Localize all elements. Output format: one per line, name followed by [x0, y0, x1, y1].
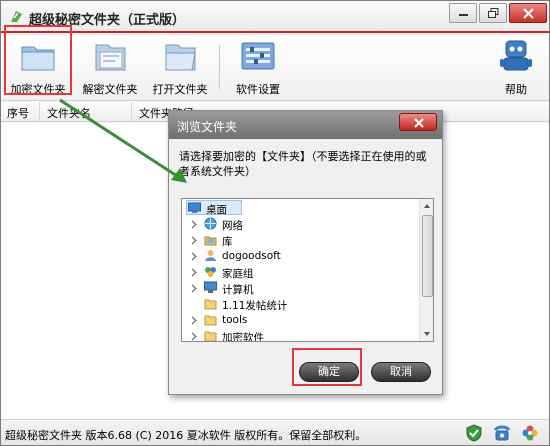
- minimize-button[interactable]: [449, 3, 477, 23]
- tree-item[interactable]: 库: [182, 233, 418, 248]
- tree-item-label: 库: [222, 236, 233, 248]
- tree-item-label: 1.11发帖统计: [222, 300, 288, 312]
- tree-item[interactable]: 1.11发帖统计: [182, 297, 418, 312]
- restore-button[interactable]: [479, 3, 507, 23]
- toolbar-divider: [219, 45, 220, 89]
- expand-arrow-icon[interactable]: [190, 284, 198, 293]
- tree-item[interactable]: dogoodsoft: [182, 249, 418, 264]
- folder-tree[interactable]: 桌面网络库 dogoodsoft 家庭组计算机 1.11发帖统计 tools 加密软件: [181, 198, 434, 342]
- tree-item-label: 桌面: [206, 204, 227, 216]
- dialog-prompt: 请选择要加密的【文件夹】（不要选择正在使用的或者系统文件夹）: [179, 150, 427, 178]
- minimize-icon: [459, 14, 468, 16]
- expand-arrow-icon[interactable]: [190, 252, 198, 261]
- dialog-title: 浏览文件夹: [177, 120, 238, 134]
- user-icon: [205, 250, 216, 261]
- toolbar: 加密文件夹 解密文件夹 打开文件夹 软件设置 帮助: [1, 35, 549, 101]
- ok-button-highlight: [292, 348, 362, 386]
- folder-icon: [204, 299, 217, 310]
- scrollbar-thumb[interactable]: [422, 215, 433, 297]
- column-divider[interactable]: [39, 102, 40, 122]
- help-button[interactable]: 帮助: [491, 35, 541, 99]
- column-divider[interactable]: [131, 102, 132, 122]
- app-logo-icon: [11, 11, 22, 22]
- expand-arrow-icon[interactable]: [190, 332, 198, 341]
- column-header[interactable]: 序号: [7, 105, 29, 121]
- shield-check-icon[interactable]: [465, 424, 483, 442]
- expand-arrow-icon[interactable]: [190, 220, 198, 229]
- close-icon: [414, 118, 424, 128]
- tree-item[interactable]: tools: [182, 313, 418, 328]
- tree-scrollbar[interactable]: [419, 199, 434, 341]
- status-text: 超级秘密文件夹 版本6.68 (C) 2016 夏冰软件 版权所有。保留全部权利…: [5, 429, 367, 442]
- tree-item[interactable]: 家庭组: [182, 265, 418, 280]
- flower-logo-icon[interactable]: [521, 424, 539, 442]
- help-robot-icon: [500, 40, 532, 71]
- library-icon: [204, 236, 217, 246]
- network-icon: [204, 217, 217, 230]
- dialog-close-button[interactable]: [399, 113, 437, 131]
- tree-item-label: tools: [222, 314, 248, 326]
- expand-arrow-icon[interactable]: [190, 316, 198, 325]
- tree-item[interactable]: 加密软件: [182, 329, 418, 342]
- tree-item-label: 家庭组: [222, 268, 254, 280]
- open-folder-icon: [165, 44, 196, 71]
- settings-icon: [241, 42, 275, 70]
- settings-label: 软件设置: [236, 83, 280, 96]
- tree-item[interactable]: 网络: [182, 217, 418, 232]
- scroll-up-icon[interactable]: [420, 199, 434, 213]
- folder-icon: [204, 315, 217, 326]
- tree-item-label: 计算机: [222, 284, 254, 296]
- expand-arrow-icon[interactable]: [190, 268, 198, 277]
- tree-item-label: 加密软件: [222, 332, 264, 342]
- tree-item-label: 网络: [222, 220, 243, 232]
- folder-icon: [204, 331, 217, 341]
- tree-item-label: dogoodsoft: [222, 250, 281, 262]
- scroll-down-icon[interactable]: [420, 327, 434, 341]
- settings-button[interactable]: 软件设置: [229, 35, 287, 99]
- status-bar: 超级秘密文件夹 版本6.68 (C) 2016 夏冰软件 版权所有。保留全部权利…: [1, 419, 549, 445]
- title-bar: 超级秘密文件夹（正式版）: [1, 1, 549, 33]
- column-header[interactable]: 文件夹名: [47, 105, 91, 121]
- add-folder-highlight: [4, 25, 72, 95]
- computer-icon: [204, 281, 217, 293]
- help-label: 帮助: [505, 83, 527, 96]
- open-folder-button[interactable]: 打开文件夹: [149, 35, 211, 99]
- close-icon: [523, 8, 534, 19]
- desktop-icon: [188, 202, 201, 213]
- decrypt-folder-button[interactable]: 解密文件夹: [79, 35, 141, 99]
- decrypt-folder-icon: [95, 44, 126, 71]
- tree-item[interactable]: 桌面: [182, 200, 418, 216]
- expand-arrow-icon[interactable]: [190, 236, 198, 245]
- decrypt-folder-label: 解密文件夹: [82, 83, 138, 96]
- phone-icon[interactable]: [493, 424, 511, 442]
- cancel-button[interactable]: 取消: [371, 362, 431, 382]
- tree-item[interactable]: 计算机: [182, 281, 418, 296]
- restore-icon: [488, 8, 499, 18]
- close-button[interactable]: [509, 3, 547, 23]
- open-folder-label: 打开文件夹: [152, 83, 208, 96]
- homegroup-icon: [205, 267, 216, 277]
- dialog-title-bar: 浏览文件夹: [169, 111, 442, 139]
